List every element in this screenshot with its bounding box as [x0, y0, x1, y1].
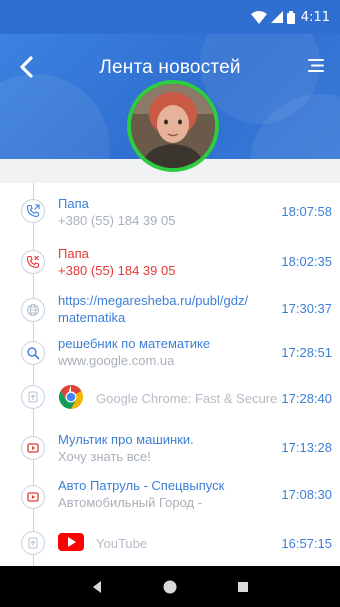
- feed-item-time: 18:02:35: [281, 254, 332, 269]
- feed-item-title: https://megaresheba.ru/publ/gdz/: [58, 293, 249, 308]
- status-time: 4:11: [300, 9, 330, 25]
- feed-item-call[interactable]: Папа +380 (55) 184 39 05 18:07:58: [0, 193, 340, 241]
- feed-item-subtitle: +380 (55) 184 39 05: [58, 213, 176, 228]
- feed-item-title: YouTube: [96, 536, 148, 551]
- child-photo-icon: [131, 84, 215, 168]
- feed-item-subtitle: Автомобильный Город -: [58, 495, 203, 510]
- feed-item-title: Папа: [58, 246, 89, 261]
- video-play-icon: [21, 436, 45, 460]
- app-install-icon: [21, 385, 45, 409]
- signal-icon: [270, 11, 283, 23]
- app-install-icon: [21, 531, 45, 555]
- recents-square-icon: [238, 581, 249, 592]
- feed-item-time: 17:08:30: [281, 487, 332, 502]
- feed-item-time: 17:30:37: [281, 301, 332, 316]
- feed-item-time: 17:13:28: [281, 440, 332, 455]
- news-feed: Папа +380 (55) 184 39 05 18:07:58 Папа +…: [0, 183, 340, 566]
- feed-item-video[interactable]: Мультик про машинки. Хочу знать все! 17:…: [0, 428, 340, 476]
- phone-outgoing-icon: [21, 199, 45, 223]
- feed-item-title: Мультик про машинки.: [58, 432, 194, 447]
- globe-icon: [21, 298, 45, 322]
- phone-missed-icon: [21, 250, 45, 274]
- feed-item-app[interactable]: Google Chrome: Fast & Secure 17:28:40: [0, 383, 340, 431]
- feed-item-time: 17:28:40: [281, 391, 332, 406]
- feed-item-call[interactable]: Папа +380 (55) 184 39 05 18:02:35: [0, 243, 340, 291]
- feed-item-title: решебник по математике: [58, 336, 211, 351]
- battery-icon: [286, 10, 295, 24]
- feed-item-subtitle: Хочу знать все!: [58, 449, 151, 464]
- feed-item-subtitle: matematika: [58, 310, 126, 325]
- back-triangle-icon: [92, 580, 101, 593]
- feed-item-time: 16:57:15: [281, 536, 332, 551]
- status-bar: 4:11: [0, 0, 340, 34]
- feed-item-web[interactable]: https://megaresheba.ru/publ/gdz/ matemat…: [0, 290, 340, 338]
- feed-item-title: Google Chrome: Fast & Secure: [96, 391, 278, 406]
- navigation-bar: [0, 566, 340, 607]
- nav-home-button[interactable]: [160, 577, 180, 597]
- menu-button[interactable]: [306, 56, 326, 76]
- video-play-icon: [21, 485, 45, 509]
- avatar[interactable]: [127, 80, 219, 172]
- feed-item-title: Авто Патруль - Спецвыпуск: [58, 478, 225, 493]
- feed-item-subtitle: www.google.com.ua: [58, 353, 175, 368]
- menu-icon: [308, 59, 324, 72]
- search-icon: [21, 341, 45, 365]
- feed-item-search[interactable]: решебник по математике www.google.com.ua…: [0, 335, 340, 383]
- youtube-icon: [58, 531, 84, 557]
- wifi-icon: [250, 10, 267, 24]
- nav-recents-button[interactable]: [233, 577, 253, 597]
- feed-item-title: Папа: [58, 196, 89, 211]
- page-title: Лента новостей: [99, 57, 241, 78]
- nav-back-button[interactable]: [87, 577, 107, 597]
- feed-item-video[interactable]: Авто Патруль - Спецвыпуск Автомобильный …: [0, 477, 340, 525]
- feed-item-time: 17:28:51: [281, 345, 332, 360]
- feed-item-subtitle: +380 (55) 184 39 05: [58, 263, 176, 278]
- chrome-icon: [58, 384, 84, 410]
- home-circle-icon: [163, 580, 177, 593]
- feed-item-time: 18:07:58: [281, 204, 332, 219]
